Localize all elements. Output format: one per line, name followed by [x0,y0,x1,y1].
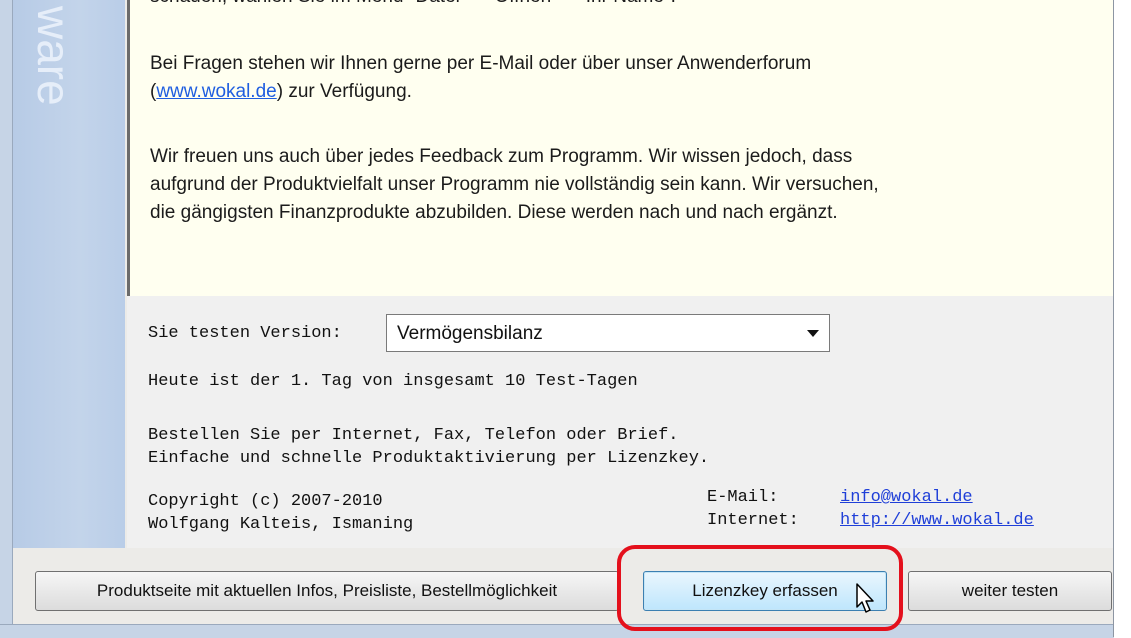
forum-link[interactable]: www.wokal.de [156,81,276,102]
internet-label: Internet: [707,511,799,530]
trial-info-area: Sie testen Version: Vermögensbilanz Heut… [127,296,1114,548]
info-line: Wir freuen uns auch über jedes Feedback … [150,146,853,167]
page-margin-right [1113,0,1131,637]
chevron-down-icon [807,330,819,337]
mouse-cursor-icon [856,583,874,613]
info-line: Bei Fragen stehen wir Ihnen gerne per E-… [150,53,812,74]
info-line: (www.wokal.de) zur Verfügung. [150,78,811,106]
trial-days-text: Heute ist der 1. Tag von insgesamt 10 Te… [148,372,638,391]
info-paragraph-contact: Bei Fragen stehen wir Ihnen gerne per E-… [150,50,811,106]
product-page-button[interactable]: Produktseite mit aktuellen Infos, Preisl… [35,571,619,611]
email-link[interactable]: info@wokal.de [840,488,973,507]
copyright-line2: Wolfgang Kalteis, Ismaning [148,515,414,534]
window-frame-bottom [0,624,1114,638]
version-select-value: Vermögensbilanz [397,323,543,344]
continue-testing-button[interactable]: weiter testen [908,571,1112,611]
info-line: aufgrund der Produktvielfalt unser Progr… [150,174,879,195]
info-line-tail: ) zur Verfügung. [276,81,412,102]
copyright-line1: Copyright (c) 2007-2010 [148,492,383,511]
window-frame-right [1113,0,1114,637]
trial-dialog: ware schauen, wählen Sie im Menü "Datei"… [0,0,1117,638]
info-line: die gängigsten Finanzprodukte abzubilden… [150,202,838,223]
version-select[interactable]: Vermögensbilanz [386,314,830,352]
order-text-line1: Bestellen Sie per Internet, Fax, Telefon… [148,426,679,445]
email-label: E-Mail: [707,488,779,507]
order-text-line2: Einfache und schnelle Produktaktivierung… [148,449,710,468]
info-cut-line: schauen, wählen Sie im Menü "Datei" – "O… [150,0,676,8]
info-paragraph-feedback: Wir freuen uns auch über jedes Feedback … [150,143,879,227]
version-label: Sie testen Version: [148,324,342,343]
sidebar-vertical-text: ware [28,6,80,106]
sidebar-banner: ware [13,0,125,548]
website-link[interactable]: http://www.wokal.de [840,511,1034,530]
window-frame-left [0,0,13,637]
button-bar: Produktseite mit aktuellen Infos, Preisl… [13,548,1113,624]
info-panel: schauen, wählen Sie im Menü "Datei" – "O… [127,0,1117,296]
